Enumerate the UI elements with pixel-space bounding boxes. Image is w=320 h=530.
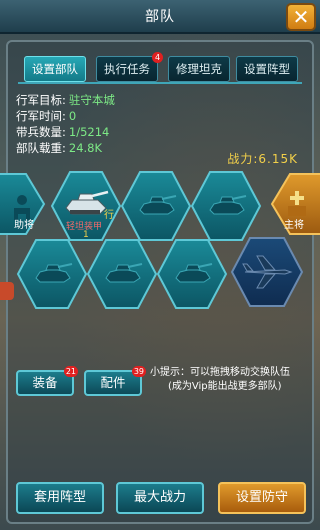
slot-empty[interactable] <box>156 239 228 309</box>
equipment-button[interactable]: 装备 21 <box>16 366 78 396</box>
max-power-label: 最大战力 <box>133 490 186 505</box>
parts-label: 配件 <box>100 375 126 390</box>
tip-text: 小提示：可以拖拽移动交换队伍 (成为Vip能出战更多部队) <box>150 366 310 394</box>
active-unit-march-tag: 行 <box>104 210 114 221</box>
slot-empty[interactable] <box>120 171 192 241</box>
parts-badge: 39 <box>131 366 146 377</box>
max-power-button[interactable]: 最大战力 <box>116 482 204 514</box>
slot-aircraft[interactable] <box>230 237 304 307</box>
apply-formation-label: 套用阵型 <box>33 490 86 505</box>
equipment-badge: 21 <box>63 366 78 377</box>
set-defense-label: 设置防守 <box>235 490 288 505</box>
main-general-label: 主将 <box>284 220 304 231</box>
formation-grid <box>0 171 320 309</box>
active-unit-level: 1 <box>83 230 89 240</box>
assistant-general-label: 助将 <box>14 220 34 231</box>
apply-formation-button[interactable]: 套用阵型 <box>16 482 104 514</box>
slot-empty[interactable] <box>86 239 158 309</box>
set-defense-button[interactable]: 设置防守 <box>218 482 306 514</box>
tip-line-1: 小提示：可以拖拽移动交换队伍 <box>150 367 290 378</box>
speaker-icon[interactable] <box>0 282 14 300</box>
equipment-label: 装备 <box>32 375 58 390</box>
tip-line-2: (成为Vip能出战更多部队) <box>168 381 282 392</box>
parts-button[interactable]: 配件 39 <box>84 366 146 396</box>
slot-empty[interactable] <box>16 239 88 309</box>
slot-empty[interactable] <box>190 171 262 241</box>
